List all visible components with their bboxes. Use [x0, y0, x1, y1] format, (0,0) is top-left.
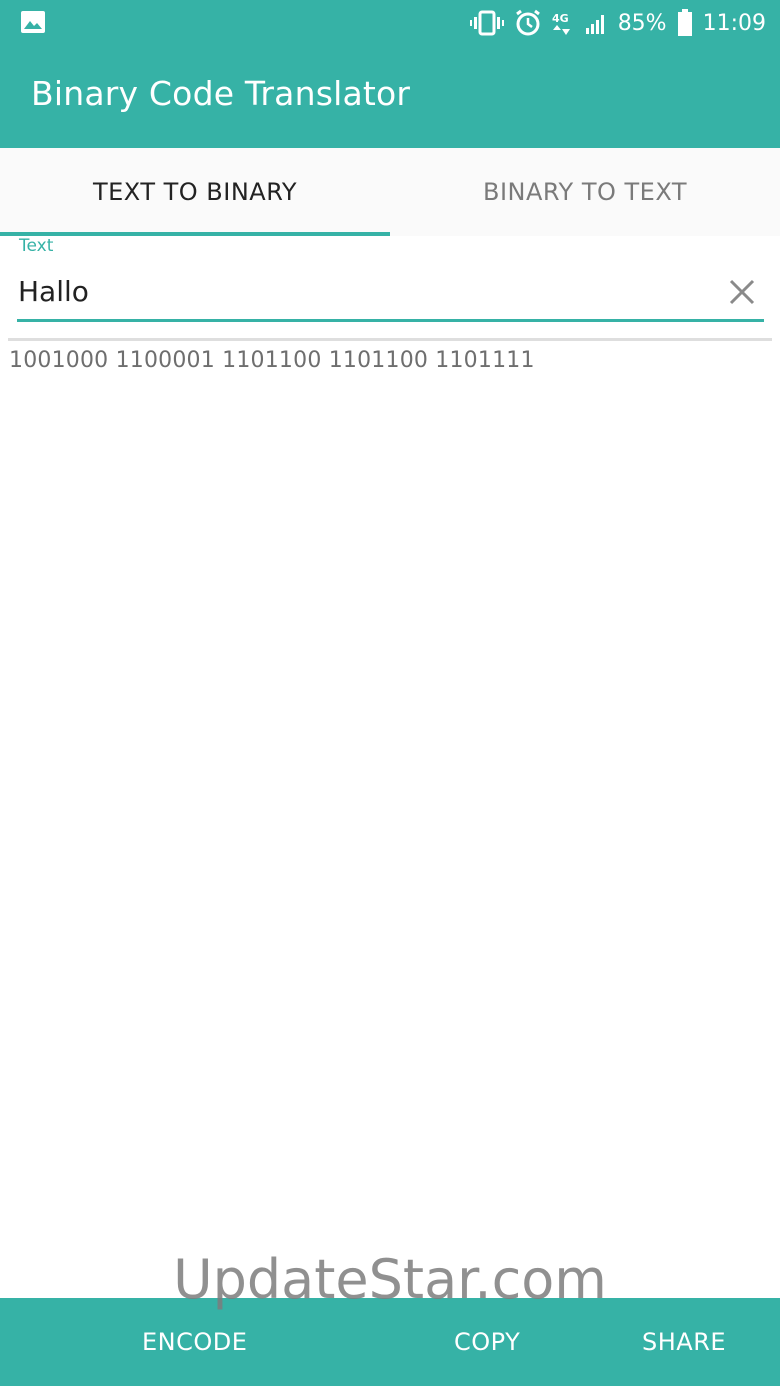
status-icons: 4G 85% 11:09 [469, 6, 766, 40]
text-field-label: Text [19, 236, 54, 256]
vibrate-icon [469, 10, 504, 36]
alarm-icon [514, 9, 542, 37]
input-underline [17, 319, 764, 322]
image-icon [20, 10, 46, 34]
clock-time: 11:09 [702, 10, 766, 36]
svg-text:4G: 4G [552, 12, 569, 25]
tab-label: BINARY TO TEXT [482, 178, 688, 206]
signal-icon [584, 11, 608, 35]
divider [8, 338, 772, 341]
tab-active-indicator [0, 232, 390, 236]
status-bar: 4G 85% 11:09 [0, 0, 780, 46]
battery-icon [677, 9, 693, 37]
close-icon[interactable] [728, 278, 756, 306]
app-title: Binary Code Translator [31, 74, 411, 113]
bottom-action-bar: ENCODE COPY SHARE [0, 1298, 780, 1386]
tab-label: TEXT TO BINARY [92, 178, 298, 206]
tab-bar: TEXT TO BINARY BINARY TO TEXT [0, 148, 780, 236]
tab-binary-to-text[interactable]: BINARY TO TEXT [390, 148, 780, 236]
battery-percent: 85% [617, 10, 667, 36]
copy-button[interactable]: COPY [454, 1298, 520, 1386]
text-input[interactable] [17, 264, 707, 319]
tab-text-to-binary[interactable]: TEXT TO BINARY [0, 148, 390, 236]
binary-output: 1001000 1100001 1101100 1101100 1101111 [9, 348, 535, 373]
text-input-row [17, 264, 764, 322]
network-4g-icon: 4G [552, 10, 574, 36]
encode-button[interactable]: ENCODE [142, 1298, 247, 1386]
watermark: UpdateStar.com [173, 1248, 607, 1311]
app-bar: 4G 85% 11:09 Binary Code Translator [0, 0, 780, 148]
share-button[interactable]: SHARE [642, 1298, 726, 1386]
